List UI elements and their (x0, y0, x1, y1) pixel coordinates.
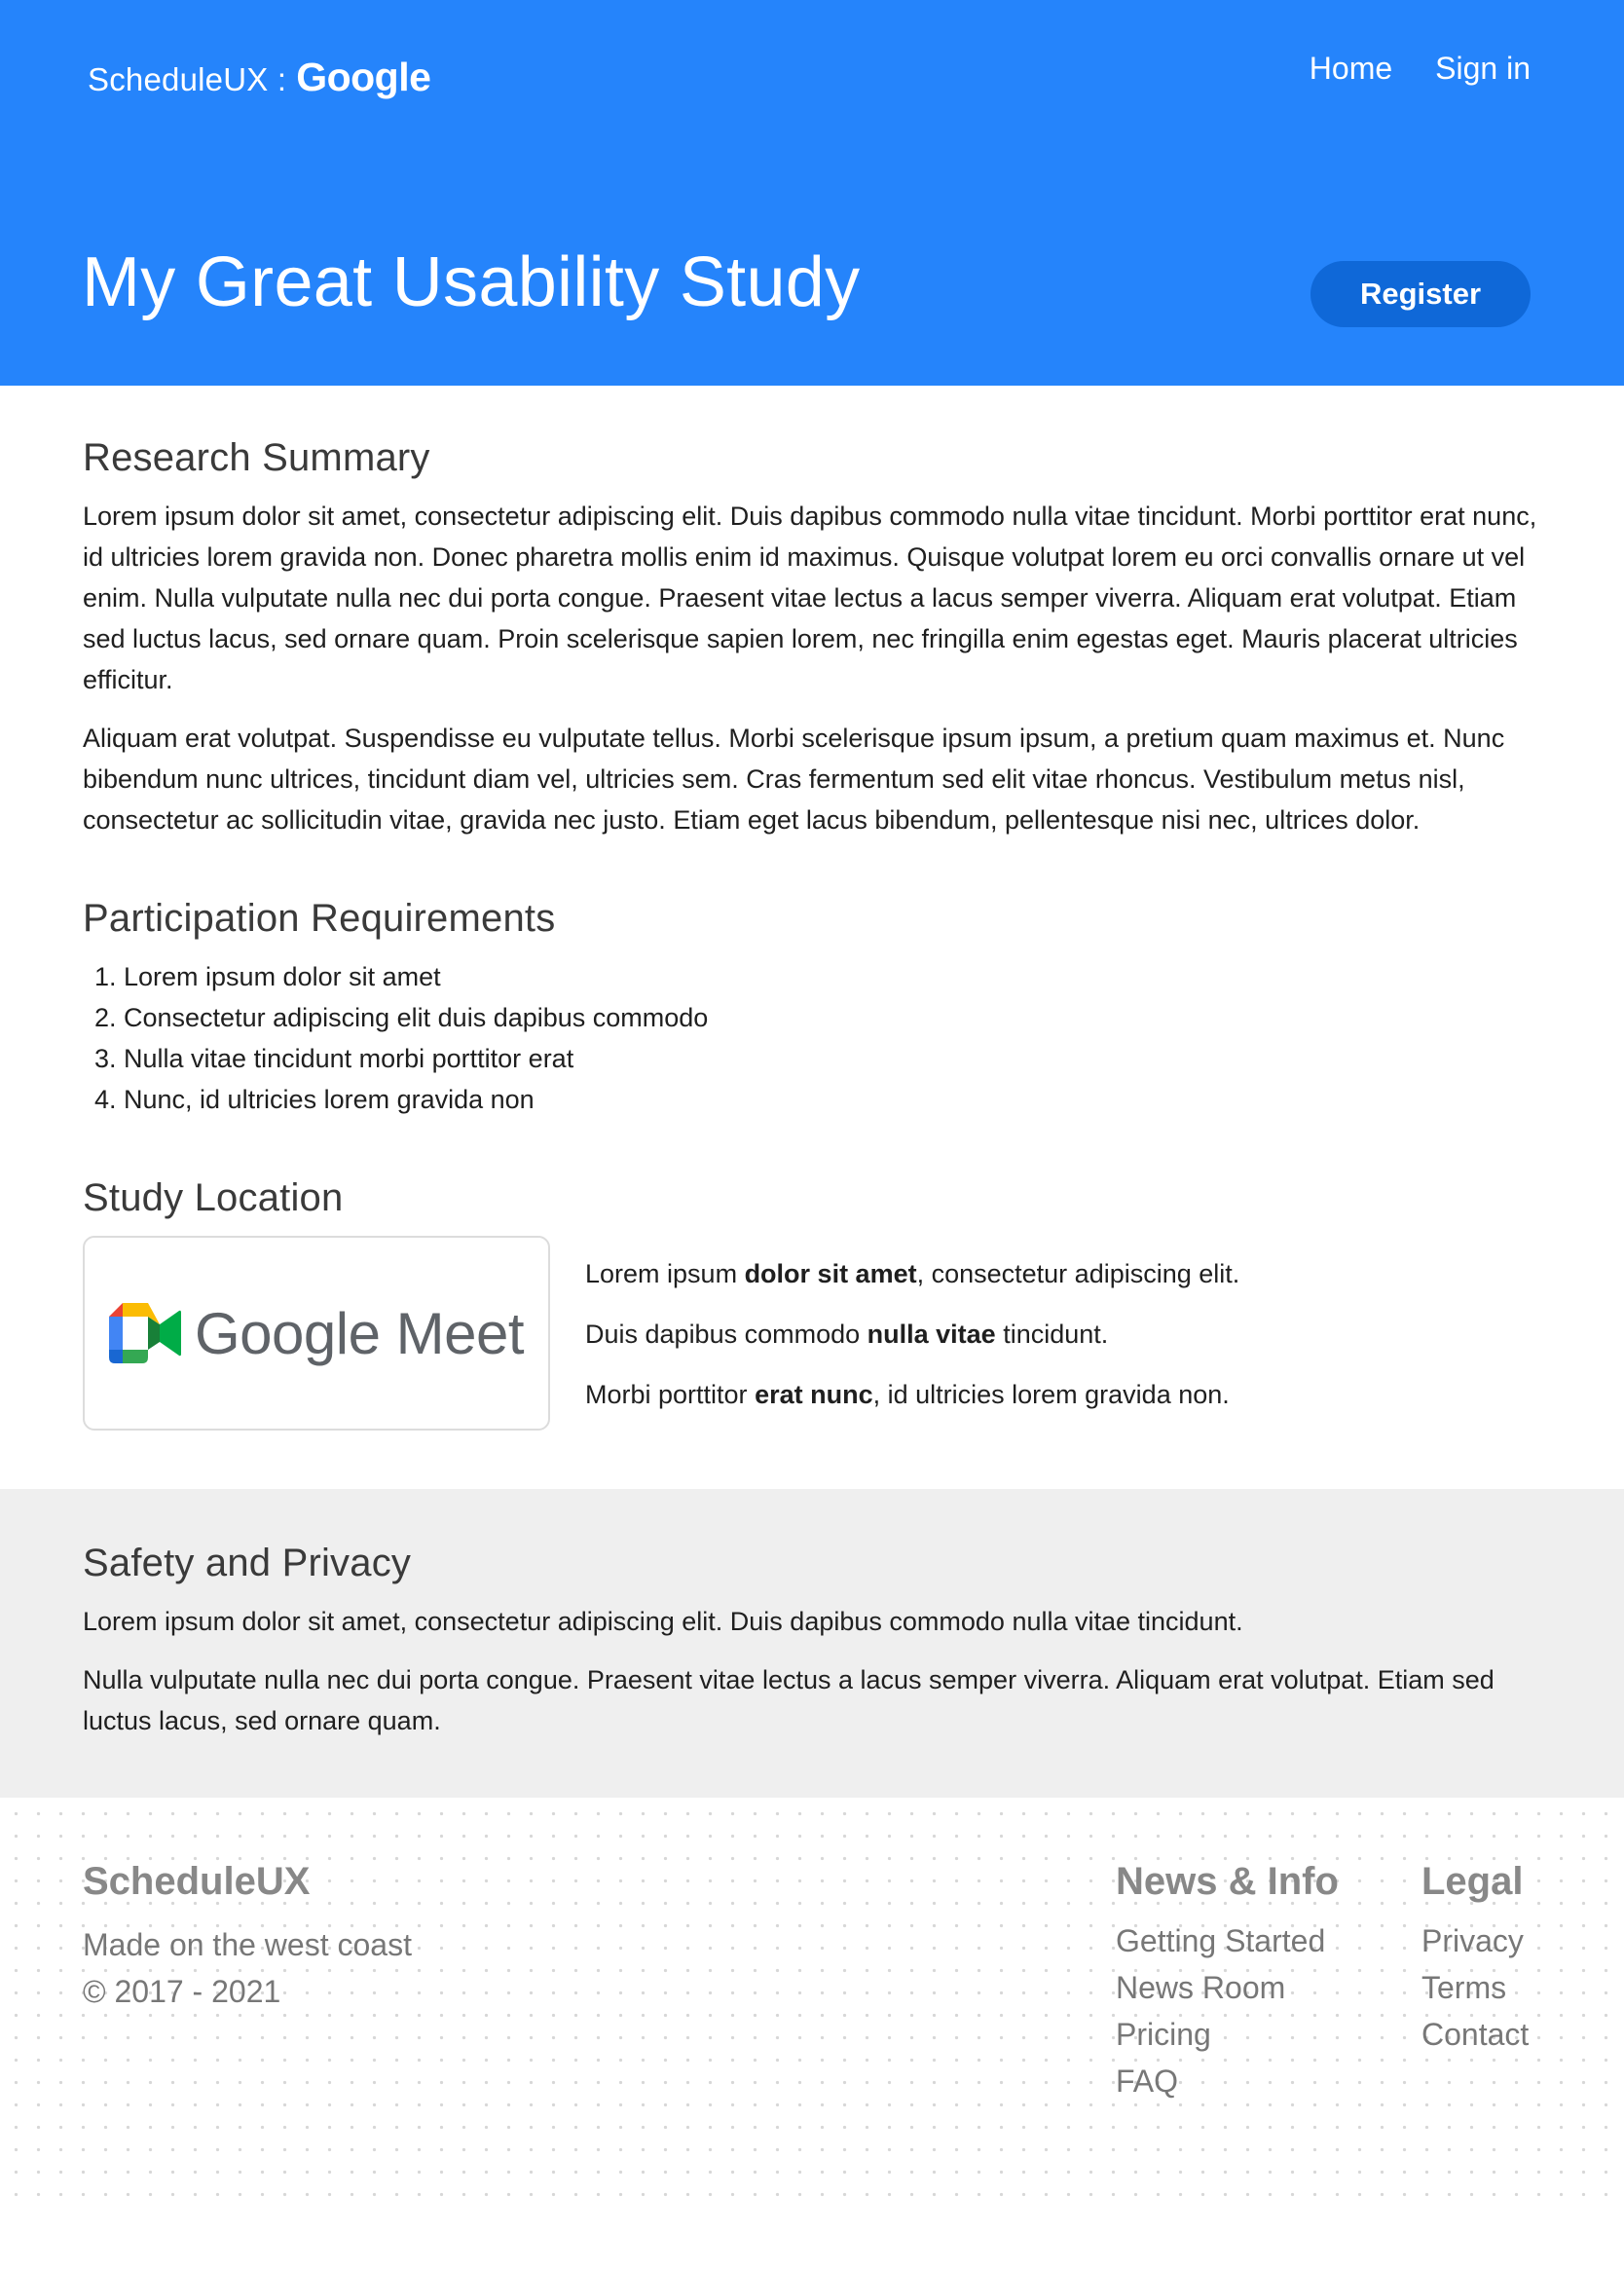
footer-link-contact[interactable]: Contact (1421, 2011, 1529, 2058)
footer-link-getting-started[interactable]: Getting Started (1116, 1917, 1339, 1964)
brand-app-name: ScheduleUX : (88, 61, 287, 97)
research-paragraph: Lorem ipsum dolor sit amet, consectetur … (83, 502, 1537, 694)
footer-brand: ScheduleUX Made on the west coast © 2017… (83, 1860, 412, 2015)
location-note: Morbi porttitor erat nunc, id ultricies … (585, 1380, 1230, 1409)
google-meet-card: Google Meet (83, 1236, 550, 1431)
top-nav: Home Sign in (1310, 51, 1531, 87)
study-location-heading: Study Location (83, 1176, 344, 1219)
footer-news-title: News & Info (1116, 1860, 1339, 1903)
footer-link-pricing[interactable]: Pricing (1116, 2011, 1339, 2058)
nav-home-link[interactable]: Home (1310, 51, 1392, 87)
research-summary-heading: Research Summary (83, 436, 430, 479)
footer-link-news-room[interactable]: News Room (1116, 1964, 1339, 2011)
requirement-item: Lorem ipsum dolor sit amet (124, 956, 1541, 997)
footer-legal-title: Legal (1421, 1860, 1524, 1903)
google-meet-logo-text: Google Meet (194, 1300, 525, 1366)
safety-privacy-section: Safety and Privacy Lorem ipsum dolor sit… (0, 1489, 1624, 1798)
google-wordmark: Google (296, 55, 431, 99)
footer-brand-title: ScheduleUX (83, 1860, 311, 1903)
requirement-item: Consectetur adipiscing elit duis dapibus… (124, 997, 1541, 1038)
safety-paragraph: Nulla vulputate nulla nec dui porta cong… (83, 1665, 1495, 1735)
research-summary-section: Research Summary Lorem ipsum dolor sit a… (83, 436, 1541, 840)
safety-paragraph: Lorem ipsum dolor sit amet, consectetur … (83, 1607, 1243, 1636)
requirement-item: Nunc, id ultricies lorem gravida non (124, 1079, 1541, 1120)
footer-news-column: News & Info Getting Started News Room Pr… (1116, 1860, 1339, 2104)
nav-sign-in-link[interactable]: Sign in (1435, 51, 1531, 87)
page-footer: ScheduleUX Made on the west coast © 2017… (0, 1798, 1624, 2213)
location-note: Lorem ipsum dolor sit amet, consectetur … (585, 1259, 1240, 1288)
participation-requirements-section: Participation Requirements Lorem ipsum d… (83, 897, 1541, 1120)
page-title: My Great Usability Study (82, 243, 861, 321)
study-location-section: Study Location Google Meet Lorem ipsum d… (83, 1176, 1541, 1434)
requirements-list: Lorem ipsum dolor sit amet Consectetur a… (83, 956, 1541, 1120)
footer-legal-column: Legal Privacy Terms Contact (1421, 1860, 1529, 2058)
footer-link-terms[interactable]: Terms (1421, 1964, 1529, 2011)
participation-heading: Participation Requirements (83, 897, 556, 940)
google-meet-icon (108, 1303, 181, 1363)
page-header: ScheduleUX : Google Home Sign in My Grea… (0, 0, 1624, 386)
footer-link-faq[interactable]: FAQ (1116, 2058, 1339, 2104)
requirement-item: Nulla vitae tincidunt morbi porttitor er… (124, 1038, 1541, 1079)
location-notes: Lorem ipsum dolor sit amet, consectetur … (585, 1236, 1239, 1434)
brand-logo[interactable]: ScheduleUX : Google (88, 55, 431, 100)
main-content: Research Summary Lorem ipsum dolor sit a… (0, 386, 1624, 1434)
footer-copyright: © 2017 - 2021 (83, 1974, 281, 2009)
safety-heading: Safety and Privacy (83, 1542, 412, 1584)
research-paragraph: Aliquam erat volutpat. Suspendisse eu vu… (83, 724, 1505, 835)
register-button[interactable]: Register (1310, 261, 1531, 327)
footer-tagline: Made on the west coast (83, 1927, 412, 1962)
location-note: Duis dapibus commodo nulla vitae tincidu… (585, 1320, 1109, 1349)
location-row: Google Meet Lorem ipsum dolor sit amet, … (83, 1236, 1541, 1434)
footer-link-privacy[interactable]: Privacy (1421, 1917, 1529, 1964)
